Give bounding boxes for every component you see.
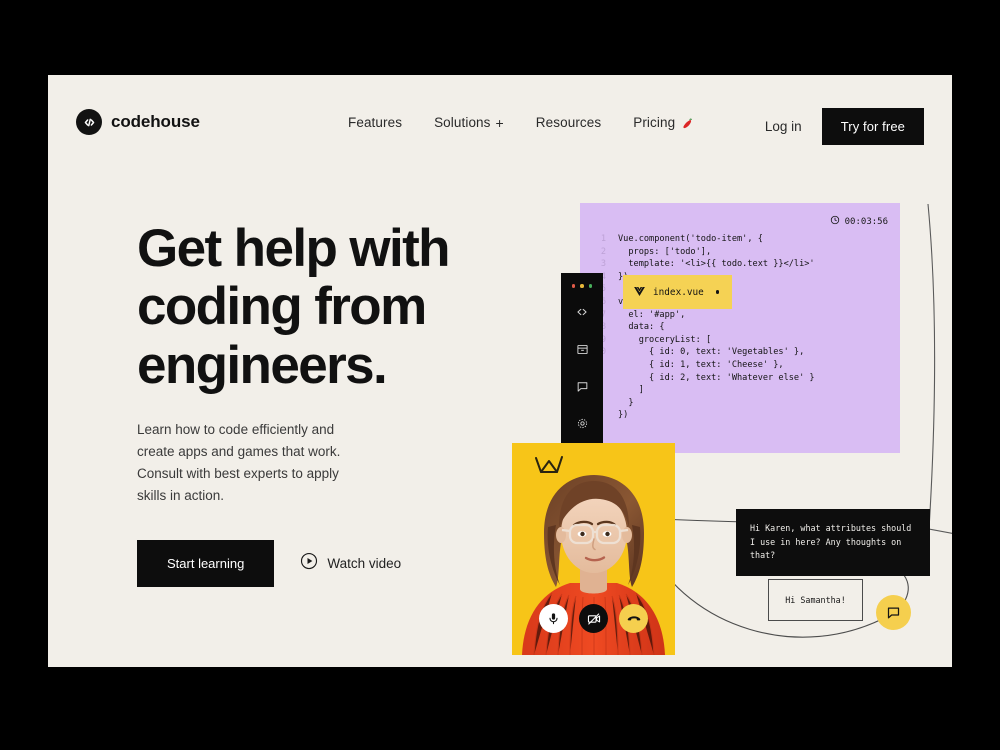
crown-doodle-icon bbox=[533, 453, 565, 484]
line-code: } bbox=[618, 397, 634, 408]
code-line: ] bbox=[580, 384, 900, 397]
line-code: data: { bbox=[618, 322, 665, 333]
chat-bubble-icon[interactable] bbox=[576, 380, 589, 398]
nav-item-resources[interactable]: Resources bbox=[536, 115, 601, 130]
try-for-free-button[interactable]: Try for free bbox=[821, 108, 924, 145]
code-line: { id: 1, text: 'Cheese' }, bbox=[580, 359, 900, 372]
code-brackets-icon[interactable] bbox=[575, 305, 589, 324]
code-line: 7 el: '#app', bbox=[580, 309, 900, 322]
primary-navigation: Features Solutions + Resources Pricing bbox=[348, 115, 694, 130]
chat-message-text: Hi Samantha! bbox=[785, 595, 846, 605]
hero-subtext: Learn how to code efficiently and create… bbox=[137, 421, 341, 503]
line-code: }) bbox=[618, 410, 629, 421]
hero-section: Get help with coding from engineers. Lea… bbox=[137, 219, 517, 587]
login-link[interactable]: Log in bbox=[765, 119, 802, 134]
window-minimize-dot[interactable] bbox=[580, 284, 584, 288]
line-code: ] bbox=[618, 385, 644, 396]
watch-video-label: Watch video bbox=[327, 555, 402, 571]
window-controls bbox=[561, 284, 603, 288]
code-line: 8 data: { bbox=[580, 321, 900, 334]
site-header: codehouse Features Solutions + Resources… bbox=[48, 75, 952, 170]
line-code: { id: 1, text: 'Cheese' }, bbox=[618, 359, 784, 370]
code-content[interactable]: 1 Vue.component('todo-item', { 2 props: ['… bbox=[580, 233, 900, 422]
code-line: 9 groceryList: [ bbox=[580, 334, 900, 347]
line-code: groceryList: [ bbox=[618, 334, 712, 345]
line-code: Vue.component('todo-item', { bbox=[618, 234, 763, 244]
camera-off-icon[interactable] bbox=[579, 604, 608, 633]
page-title: Get help with coding from engineers. bbox=[137, 219, 451, 395]
chat-message-outgoing: Hi Samantha! bbox=[768, 579, 863, 621]
clock-icon bbox=[830, 215, 840, 228]
code-brackets-icon bbox=[76, 109, 102, 135]
nav-item-label: Resources bbox=[535, 115, 602, 130]
header-actions: Log in Try for free bbox=[765, 108, 924, 145]
line-code: { id: 0, text: 'Vegetables' }, bbox=[618, 347, 805, 358]
code-line: { id: 2, text: 'Whatever else' } bbox=[580, 372, 900, 385]
line-code: props: ['todo'], bbox=[618, 246, 712, 257]
screenshot-root: codehouse Features Solutions + Resources… bbox=[0, 0, 1000, 750]
editor-sidebar bbox=[561, 273, 603, 445]
chat-message-incoming: Hi Karen, what attributes should I use i… bbox=[736, 509, 930, 576]
play-circle-icon bbox=[300, 552, 318, 575]
line-number: 2 bbox=[600, 246, 606, 257]
editor-sidebar-icons bbox=[561, 305, 603, 435]
line-number: 1 bbox=[600, 234, 606, 244]
timer-value: 00:03:56 bbox=[844, 216, 888, 227]
window-close-dot[interactable] bbox=[571, 284, 576, 288]
code-line: 3 template: '<li>{{ todo.text }}</li>' bbox=[580, 258, 900, 271]
unsaved-indicator-icon bbox=[715, 290, 720, 294]
archive-box-icon[interactable] bbox=[576, 343, 589, 361]
phone-hangup-icon[interactable] bbox=[619, 604, 648, 633]
plus-icon: + bbox=[495, 114, 504, 131]
code-editor-panel: 00:03:56 1 Vue.component('todo-item', { 2 … bbox=[580, 203, 900, 453]
session-timer: 00:03:56 bbox=[830, 215, 888, 228]
microphone-icon[interactable] bbox=[539, 604, 568, 633]
gear-icon[interactable] bbox=[576, 417, 589, 435]
nav-item-label: Features bbox=[348, 115, 403, 130]
nav-item-label: Pricing bbox=[633, 115, 676, 130]
file-tab-label: index.vue bbox=[653, 286, 704, 298]
landing-page-canvas: codehouse Features Solutions + Resources… bbox=[48, 75, 952, 667]
code-line: }) bbox=[580, 409, 900, 422]
line-number: 3 bbox=[600, 259, 606, 270]
brand-name: codehouse bbox=[111, 112, 200, 131]
code-line: } bbox=[580, 397, 900, 410]
nav-item-solutions[interactable]: Solutions + bbox=[434, 115, 504, 130]
line-code: el: '#app', bbox=[618, 309, 686, 320]
hero-actions: Start learning Watch video bbox=[137, 539, 517, 587]
start-learning-button[interactable]: Start learning bbox=[137, 539, 275, 587]
code-line: 1 Vue.component('todo-item', { bbox=[580, 233, 900, 246]
code-line: 2 props: ['todo'], bbox=[580, 246, 900, 259]
nav-item-features[interactable]: Features bbox=[348, 115, 402, 130]
brand-logo[interactable]: codehouse bbox=[76, 109, 200, 135]
chili-pepper-icon bbox=[680, 117, 694, 131]
watch-video-button[interactable]: Watch video bbox=[300, 552, 401, 575]
call-controls bbox=[512, 604, 675, 633]
code-line: 10 { id: 0, text: 'Vegetables' }, bbox=[580, 346, 900, 359]
chat-message-text: Hi Karen, what attributes should I use i… bbox=[750, 523, 912, 561]
file-tab-index-vue[interactable]: index.vue bbox=[623, 275, 733, 309]
video-call-card bbox=[512, 443, 675, 655]
line-code: template: '<li>{{ todo.text }}</li>' bbox=[618, 259, 815, 270]
line-code: { id: 2, text: 'Whatever else' } bbox=[618, 372, 815, 383]
nav-item-pricing[interactable]: Pricing bbox=[633, 115, 694, 130]
nav-item-label: Solutions bbox=[434, 115, 491, 130]
window-maximize-dot[interactable] bbox=[588, 284, 593, 288]
vue-logo-icon bbox=[634, 283, 645, 301]
chat-fab-button[interactable] bbox=[876, 595, 911, 630]
